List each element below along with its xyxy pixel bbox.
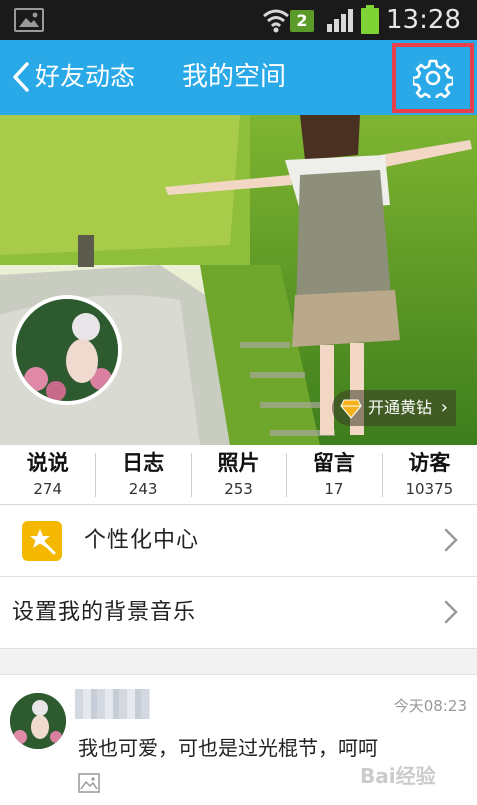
notification-badge: 2 (290, 10, 314, 32)
settings-button[interactable] (392, 43, 474, 113)
stat-blog[interactable]: 日志 243 (95, 445, 190, 504)
stat-visitors[interactable]: 访客 10375 (381, 445, 477, 504)
watermark: Bai经验 (360, 764, 436, 788)
menu-item-background-music[interactable]: 设置我的背景音乐 (0, 577, 477, 649)
battery-icon (360, 5, 380, 39)
page-title: 我的空间 (182, 62, 287, 92)
avatar[interactable] (10, 693, 66, 749)
menu-item-personalization[interactable]: 个性化中心 (0, 505, 477, 577)
status-bar: 2 13:28 (0, 0, 477, 40)
stat-count: 253 (224, 480, 253, 498)
stat-count: 243 (128, 480, 158, 498)
stat-label: 日志 (122, 451, 165, 475)
gallery-icon (14, 8, 44, 32)
stat-shuoshuo[interactable]: 说说 274 (0, 445, 95, 504)
image-icon[interactable] (78, 773, 100, 797)
gear-icon (413, 59, 453, 98)
back-chevron-icon[interactable] (10, 60, 32, 98)
signal-icon (326, 6, 356, 38)
avatar[interactable] (12, 295, 122, 405)
blurred-username[interactable] (75, 689, 150, 719)
title-bar: 好友动态 我的空间 (0, 40, 477, 115)
star-wand-icon (22, 521, 62, 561)
stat-count: 10375 (405, 480, 454, 498)
chevron-right-icon (443, 599, 459, 629)
clock: 13:28 (386, 5, 461, 35)
back-button[interactable]: 好友动态 (35, 60, 135, 94)
menu-item-label: 个性化中心 (84, 528, 200, 553)
chevron-right-icon: › (440, 397, 448, 418)
stat-count: 274 (33, 480, 63, 498)
stat-messages[interactable]: 留言 17 (286, 445, 381, 504)
menu-item-label: 设置我的背景音乐 (12, 600, 197, 625)
stat-photos[interactable]: 照片 253 (190, 445, 286, 504)
wifi-icon (262, 6, 290, 38)
stats-row: 说说 274 日志 243 照片 253 留言 17 访客 10375 (0, 445, 477, 505)
post-timestamp: 今天08:23 (393, 697, 467, 715)
stat-label: 留言 (312, 451, 355, 475)
vip-button[interactable]: 开通黄钻 › (332, 390, 456, 426)
stat-label: 说说 (26, 451, 69, 475)
chevron-right-icon (443, 527, 459, 557)
stat-count: 17 (324, 480, 344, 498)
post-text: 我也可爱，可也是过光棍节，呵呵 (78, 736, 378, 760)
stat-label: 访客 (408, 451, 451, 475)
vip-label: 开通黄钻 (368, 398, 433, 417)
diamond-icon (340, 397, 362, 433)
section-divider (0, 649, 477, 675)
stat-label: 照片 (217, 451, 260, 475)
feed-item[interactable]: 今天08:23 我也可爱，可也是过光棍节，呵呵 Bai经验 (0, 675, 477, 805)
